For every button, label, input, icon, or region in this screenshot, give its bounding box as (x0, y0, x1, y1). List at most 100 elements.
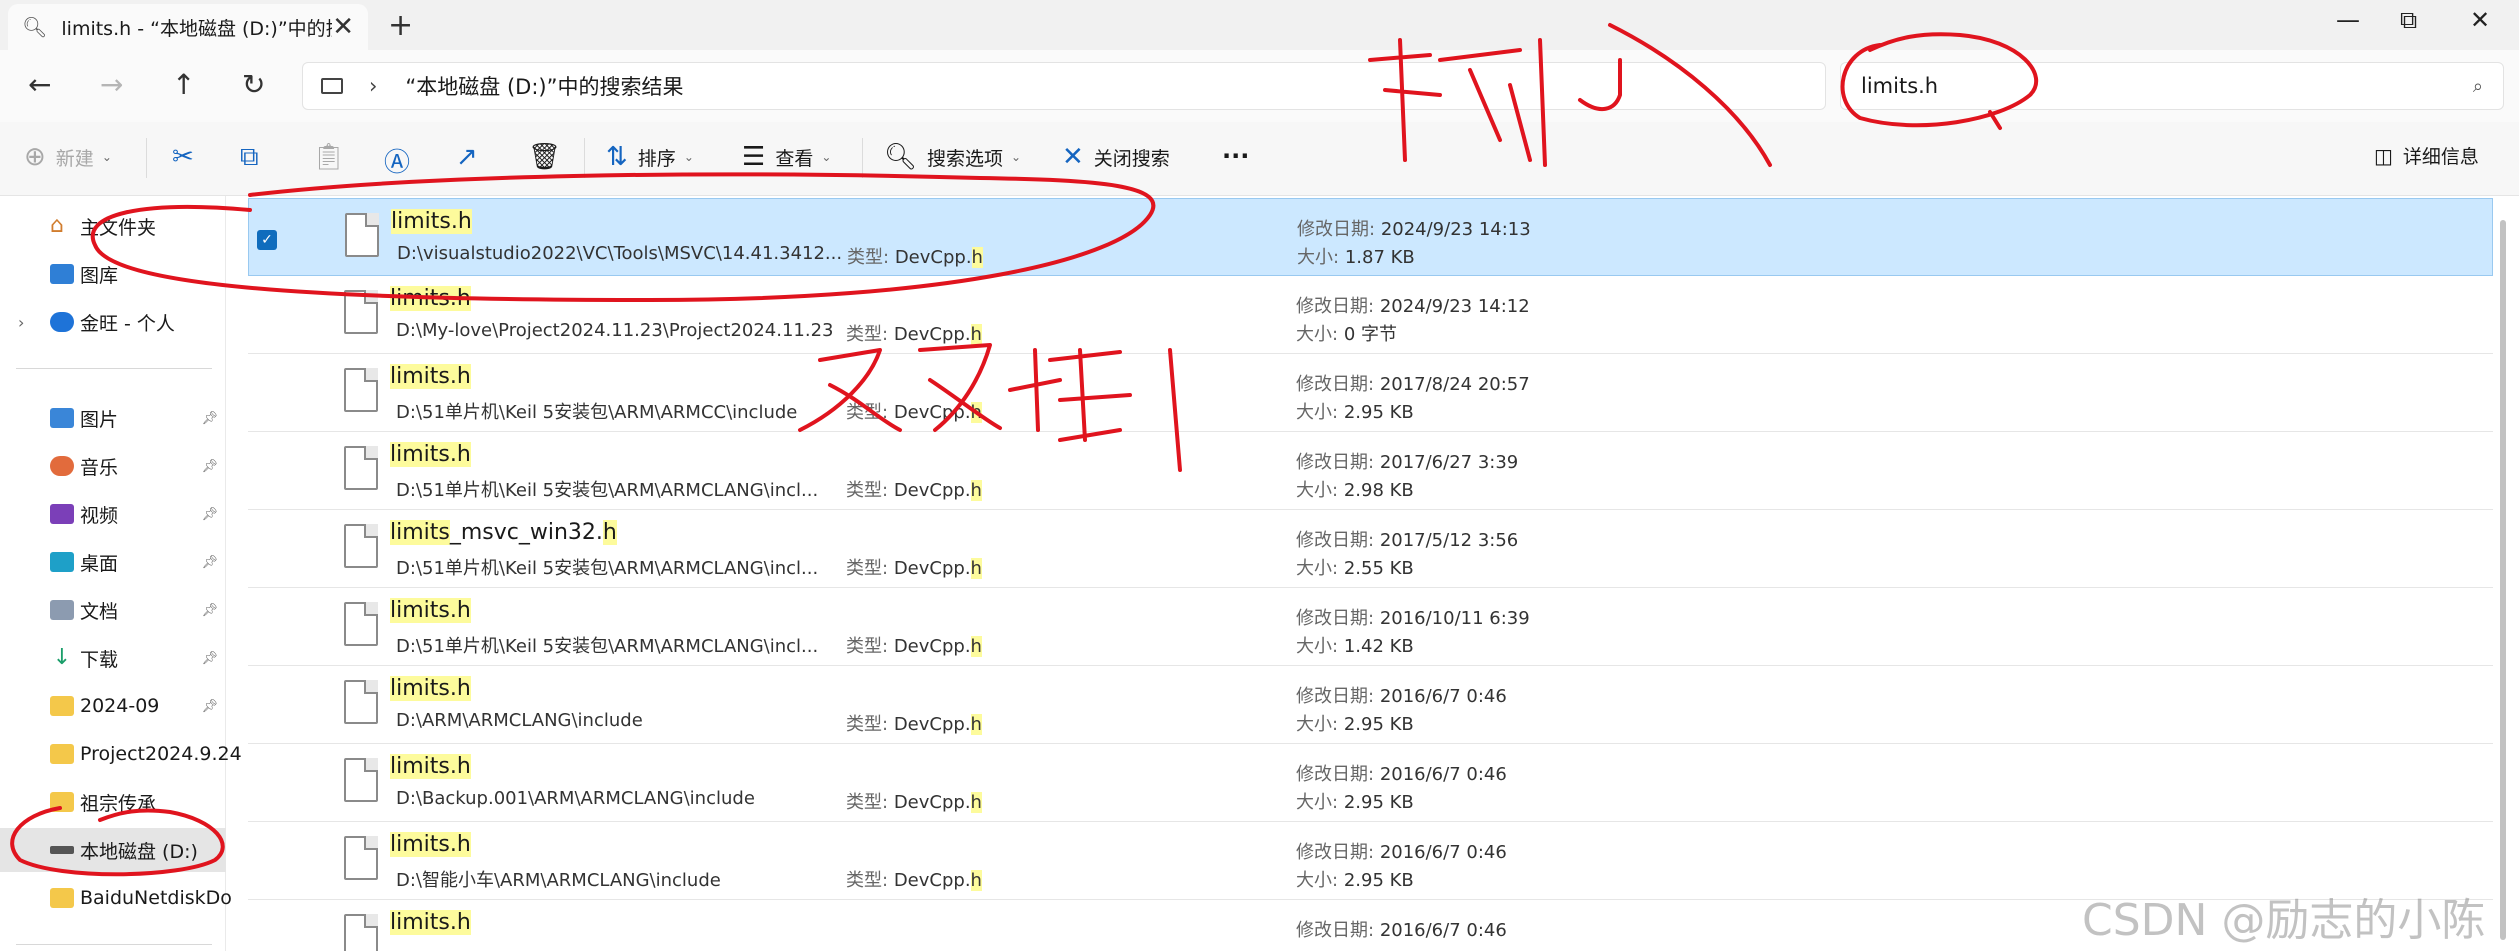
copy-button[interactable]: ⧉ (240, 142, 269, 173)
chevron-down-icon: ⌄ (683, 150, 694, 164)
share-icon: ↗ (456, 142, 478, 172)
file-type: 类型: DevCpp.h (846, 480, 982, 501)
checkbox-checked-icon[interactable]: ✓ (257, 230, 277, 250)
more-button[interactable]: ··· (1222, 142, 1249, 170)
file-icon (345, 213, 379, 257)
sidebar-item-label: 本地磁盘 (D:) (80, 840, 198, 863)
vertical-scrollbar[interactable] (2500, 220, 2506, 940)
paste-icon: 📋︎ (312, 142, 346, 172)
file-path: D:\智能小车\ARM\ARMCLANG\include (396, 870, 721, 891)
sidebar-item-pictures[interactable]: 图片 📌︎ (0, 396, 226, 440)
file-path: D:\visualstudio2022\VC\Tools\MSVC\14.41.… (397, 243, 843, 264)
minimize-button[interactable]: — (2336, 6, 2360, 34)
pin-icon[interactable]: 📌︎ (201, 507, 218, 522)
divider (146, 138, 147, 178)
chevron-down-icon: ⌄ (821, 150, 832, 164)
search-options-button[interactable]: 🔍︎ 搜索选项 ⌄ (884, 142, 1021, 172)
refresh-icon[interactable]: ↻ (242, 68, 265, 101)
file-size: 大小: 2.98 KB (1296, 480, 1414, 501)
music-icon (50, 456, 74, 476)
tab-close-button[interactable]: ✕ (332, 12, 354, 42)
table-row[interactable]: limits.h D:\51单片机\Keil 5安装包\ARM\ARMCLANG… (248, 432, 2493, 510)
cloud-icon (50, 312, 74, 332)
file-modified: 修改日期: 2017/5/12 3:56 (1296, 530, 1519, 551)
address-bar-row: ← → ↑ ↻ › “本地磁盘 (D:)”中的搜索结果 limits.h ⌕ (0, 50, 2519, 122)
pin-icon[interactable]: 📌︎ (201, 603, 218, 618)
paste-button[interactable]: 📋︎ (312, 142, 355, 172)
view-list-icon: ☰ (742, 142, 766, 172)
divider (16, 368, 212, 369)
file-icon (344, 290, 378, 334)
file-size: 大小: 2.95 KB (1296, 714, 1414, 735)
sidebar-item-desktop[interactable]: 桌面 📌︎ (0, 540, 226, 584)
sidebar-item-videos[interactable]: 视频 📌︎ (0, 492, 226, 536)
watermark: CSDN @励志的小陈 (2082, 895, 2486, 946)
divider (16, 944, 212, 945)
file-path: D:\51单片机\Keil 5安装包\ARM\ARMCC\include (396, 402, 798, 423)
sidebar-item-downloads[interactable]: ↓ 下载 📌︎ (0, 636, 226, 680)
search-input[interactable]: limits.h ⌕ (1840, 62, 2504, 110)
file-type: 类型: DevCpp.h (846, 792, 982, 813)
sidebar-item-local-disk-d[interactable]: 本地磁盘 (D:) (0, 828, 226, 872)
pin-icon[interactable]: 📌︎ (201, 699, 218, 714)
sidebar-item-onedrive[interactable]: › 金旺 - 个人 (0, 300, 226, 344)
chevron-right-icon[interactable]: › (369, 74, 377, 98)
table-row[interactable]: limits.h D:\51单片机\Keil 5安装包\ARM\ARMCC\in… (248, 354, 2493, 432)
close-window-button[interactable]: ✕ (2470, 6, 2490, 34)
cut-button[interactable]: ✂ (172, 142, 204, 172)
file-modified: 修改日期: 2017/8/24 20:57 (1296, 374, 1530, 395)
table-row[interactable]: limits.h D:\51单片机\Keil 5安装包\ARM\ARMCLANG… (248, 588, 2493, 666)
pin-icon[interactable]: 📌︎ (201, 411, 218, 426)
tab-search-results[interactable]: 🔍︎ limits.h - “本地磁盘 (D:)”中的搜 ✕ (8, 4, 368, 50)
new-button[interactable]: ⊕ 新建 ⌄ (24, 142, 112, 172)
file-icon (344, 368, 378, 412)
maximize-button[interactable]: ⧉ (2400, 6, 2417, 34)
view-button[interactable]: ☰ 查看 ⌄ (742, 142, 831, 172)
new-tab-button[interactable]: + (388, 8, 413, 43)
videos-icon (50, 504, 74, 524)
sidebar-item-project[interactable]: Project2024.9.24 (0, 732, 242, 776)
chevron-right-icon[interactable]: › (18, 313, 24, 332)
file-name: limits.h (390, 442, 471, 467)
file-icon (344, 524, 378, 568)
sidebar-item-gallery[interactable]: 图库 (0, 252, 226, 296)
back-arrow-icon[interactable]: ← (28, 68, 51, 101)
file-path: D:\51单片机\Keil 5安装包\ARM\ARMCLANG\incl... (396, 558, 819, 579)
share-button[interactable]: ↗ (456, 142, 488, 172)
table-row[interactable]: limits_msvc_win32.h D:\51单片机\Keil 5安装包\A… (248, 510, 2493, 588)
sidebar-item-home[interactable]: ⌂ 主文件夹 (0, 204, 226, 248)
file-modified: 修改日期: 2016/6/7 0:46 (1296, 842, 1507, 863)
file-modified: 修改日期: 2016/6/7 0:46 (1296, 764, 1507, 785)
search-options-label: 搜索选项 (927, 147, 1004, 170)
table-row[interactable]: limits.h D:\Backup.001\ARM\ARMCLANG\incl… (248, 744, 2493, 822)
close-search-button[interactable]: ✕ 关闭搜索 (1062, 142, 1170, 172)
pin-icon[interactable]: 📌︎ (201, 555, 218, 570)
file-size: 大小: 2.95 KB (1296, 792, 1414, 813)
table-row[interactable]: limits.h D:\ARM\ARMCLANG\include 类型: Dev… (248, 666, 2493, 744)
forward-arrow-icon[interactable]: → (100, 68, 123, 101)
sidebar-item-music[interactable]: 音乐 📌︎ (0, 444, 226, 488)
table-row[interactable]: limits.h D:\My-love\Project2024.11.23\Pr… (248, 276, 2493, 354)
sidebar-item-heritage[interactable]: 祖宗传承 (0, 780, 226, 824)
folder-icon (50, 744, 74, 764)
rename-button[interactable]: Ⓐ (384, 142, 420, 179)
details-button[interactable]: ◫ 详细信息 (2374, 142, 2479, 169)
sort-button[interactable]: ⇅ 排序 ⌄ (606, 142, 694, 172)
file-type: 类型: DevCpp.h (846, 402, 982, 423)
sidebar-item-label: 图片 (80, 408, 119, 431)
sidebar-item-folder-2024-09[interactable]: 2024-09 📌︎ (0, 684, 226, 728)
up-arrow-icon[interactable]: ↑ (172, 68, 195, 101)
pin-icon[interactable]: 📌︎ (201, 459, 218, 474)
delete-button[interactable]: 🗑︎ (528, 142, 571, 172)
table-row[interactable]: ✓ limits.h D:\visualstudio2022\VC\Tools\… (248, 198, 2493, 276)
pin-icon[interactable]: 📌︎ (201, 651, 218, 666)
sidebar-item-label: BaiduNetdiskDo (80, 887, 232, 909)
download-arrow-icon: ↓ (52, 645, 72, 670)
file-path: D:\51单片机\Keil 5安装包\ARM\ARMCLANG\incl... (396, 636, 819, 657)
sidebar-item-baidu[interactable]: BaiduNetdiskDo (0, 876, 232, 920)
address-field[interactable]: › “本地磁盘 (D:)”中的搜索结果 (302, 62, 1826, 110)
file-name: limits.h (390, 754, 471, 779)
sidebar-item-documents[interactable]: 文档 📌︎ (0, 588, 226, 632)
file-modified: 修改日期: 2016/6/7 0:46 (1296, 920, 1507, 941)
file-size: 大小: 2.55 KB (1296, 558, 1414, 579)
